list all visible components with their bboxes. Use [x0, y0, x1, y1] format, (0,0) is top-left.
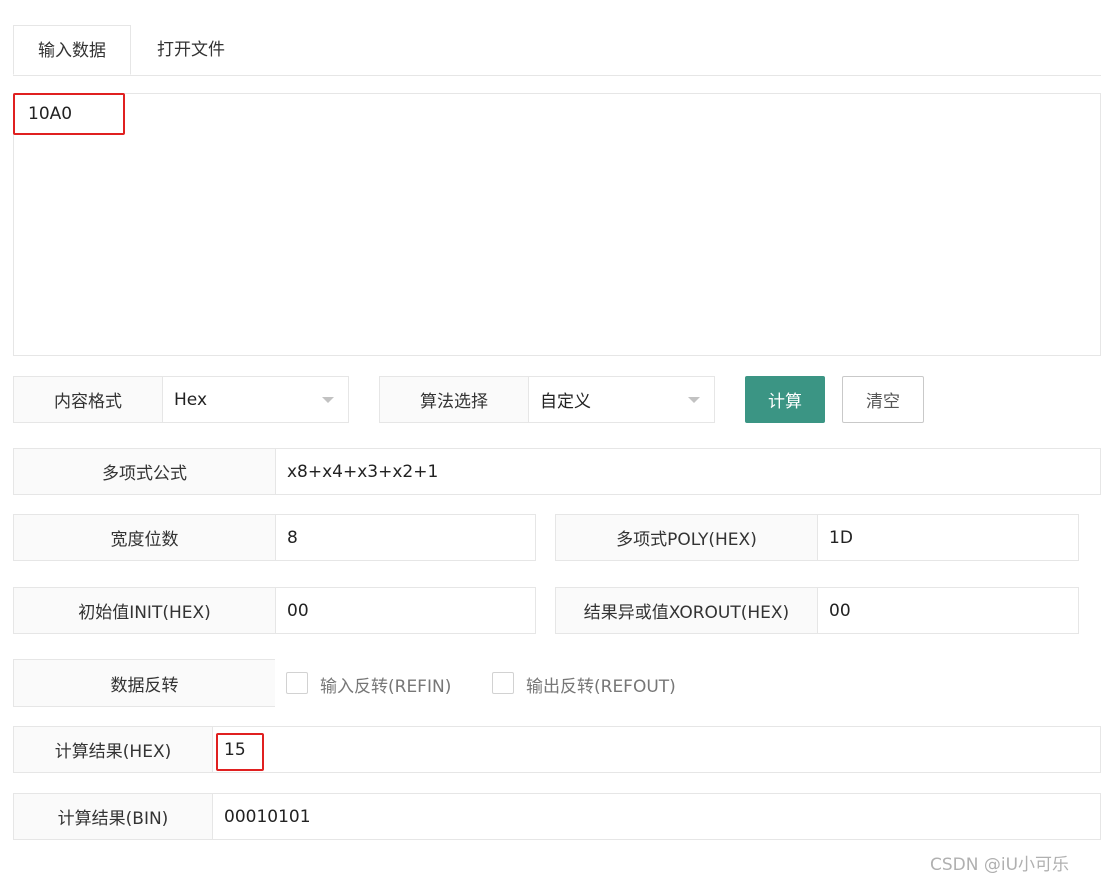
format-select-value: Hex: [174, 389, 208, 410]
tab-open-file[interactable]: 打开文件: [131, 25, 251, 75]
result-bin-value: 00010101: [224, 806, 311, 827]
polynomial-label: 多项式公式: [14, 449, 276, 494]
result-bin-input[interactable]: 00010101: [212, 794, 1100, 839]
algorithm-label: 算法选择: [380, 377, 529, 422]
result-hex-row: 计算结果(HEX) 15: [13, 726, 1101, 773]
result-highlight-box: [216, 733, 264, 771]
polynomial-value: x8+x4+x3+x2+1: [287, 461, 439, 482]
algorithm-select-group: 算法选择 自定义: [379, 376, 715, 423]
clear-button[interactable]: 清空: [842, 376, 924, 423]
reflect-row: 数据反转: [13, 659, 275, 707]
input-highlight-box: [13, 93, 125, 135]
calculate-button[interactable]: 计算: [745, 376, 825, 423]
xorout-label: 结果异或值XOROUT(HEX): [556, 588, 818, 633]
refin-checkbox[interactable]: [286, 672, 308, 694]
watermark: CSDN @iU小可乐: [930, 855, 1070, 875]
width-label: 宽度位数: [14, 515, 276, 560]
tab-input-data[interactable]: 输入数据: [13, 25, 131, 75]
format-label: 内容格式: [14, 377, 163, 422]
format-select[interactable]: Hex: [162, 377, 348, 422]
refin-label[interactable]: 输入反转(REFIN): [320, 672, 451, 697]
init-row: 初始值INIT(HEX) 00: [13, 587, 536, 634]
polynomial-input[interactable]: x8+x4+x3+x2+1: [275, 449, 1100, 494]
polynomial-row: 多项式公式 x8+x4+x3+x2+1: [13, 448, 1101, 495]
chevron-down-icon: [688, 397, 700, 403]
poly-hex-value: 1D: [829, 527, 853, 548]
poly-hex-input[interactable]: 1D: [817, 515, 1078, 560]
poly-hex-label: 多项式POLY(HEX): [556, 515, 818, 560]
init-value: 00: [287, 600, 309, 621]
tabs-divider: [13, 75, 1101, 76]
reflect-label: 数据反转: [14, 660, 275, 706]
width-row: 宽度位数 8: [13, 514, 536, 561]
init-input[interactable]: 00: [275, 588, 535, 633]
refout-checkbox[interactable]: [492, 672, 514, 694]
xorout-input[interactable]: 00: [817, 588, 1078, 633]
data-input-textarea[interactable]: 10A0: [13, 93, 1101, 356]
result-hex-label: 计算结果(HEX): [14, 727, 213, 772]
poly-hex-row: 多项式POLY(HEX) 1D: [555, 514, 1079, 561]
xorout-value: 00: [829, 600, 851, 621]
xorout-row: 结果异或值XOROUT(HEX) 00: [555, 587, 1079, 634]
result-bin-label: 计算结果(BIN): [14, 794, 213, 839]
width-input[interactable]: 8: [275, 515, 535, 560]
chevron-down-icon: [322, 397, 334, 403]
result-hex-input[interactable]: 15: [212, 727, 1100, 772]
init-label: 初始值INIT(HEX): [14, 588, 276, 633]
refout-label[interactable]: 输出反转(REFOUT): [526, 672, 676, 697]
algorithm-select-value: 自定义: [540, 392, 591, 412]
width-value: 8: [287, 527, 298, 548]
format-select-group: 内容格式 Hex: [13, 376, 349, 423]
result-bin-row: 计算结果(BIN) 00010101: [13, 793, 1101, 840]
algorithm-select[interactable]: 自定义: [528, 377, 714, 422]
